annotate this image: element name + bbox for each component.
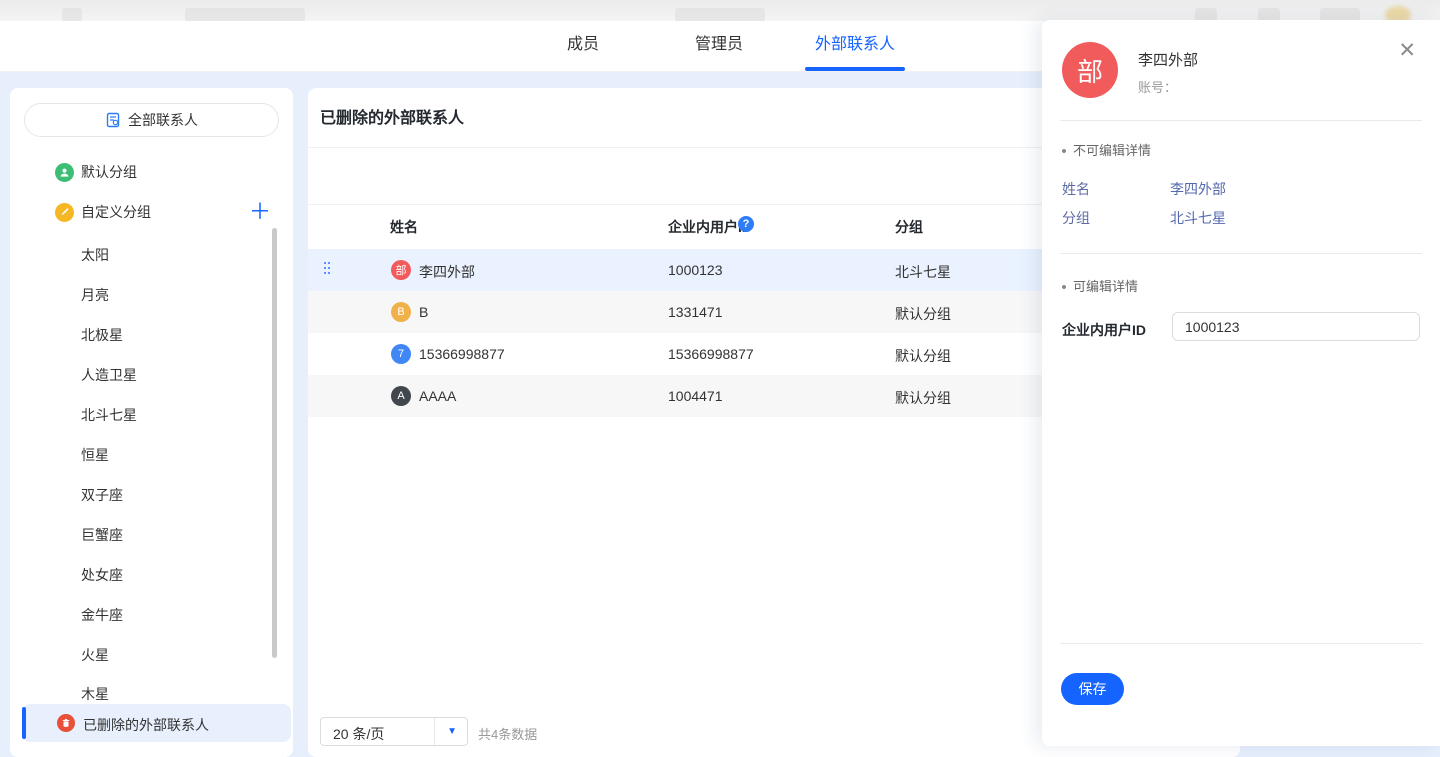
contact-avatar: 部 bbox=[1062, 42, 1118, 98]
sidebar-item-group[interactable]: 处女座 bbox=[81, 565, 261, 585]
divider bbox=[434, 718, 435, 745]
field-label-group: 分组 bbox=[1062, 208, 1090, 228]
cell-userid: 1004471 bbox=[668, 388, 723, 404]
sidebar-item-label: 已删除的外部联系人 bbox=[83, 715, 209, 735]
add-group-button[interactable]: ＋ bbox=[249, 198, 271, 226]
cell-name: 15366998877 bbox=[419, 346, 505, 362]
cell-group: 默认分组 bbox=[895, 304, 951, 324]
obscured-title bbox=[675, 8, 765, 21]
page-size-value: 20 条/页 bbox=[333, 724, 384, 744]
avatar: 部 bbox=[391, 260, 411, 280]
close-icon[interactable]: ✕ bbox=[1398, 40, 1416, 61]
sidebar: 全部联系人 默认分组 自定义分组 ＋ 太阳 月亮 北极星 bbox=[10, 88, 293, 757]
sidebar-item-deleted-contacts[interactable]: 已删除的外部联系人 bbox=[22, 704, 291, 742]
all-contacts-label: 全部联系人 bbox=[128, 110, 198, 130]
column-header-group: 分组 bbox=[895, 217, 923, 237]
obscured-text bbox=[185, 8, 305, 21]
divider bbox=[1060, 643, 1422, 644]
sidebar-item-group[interactable]: 太阳 bbox=[81, 245, 261, 265]
cell-group: 默认分组 bbox=[895, 346, 951, 366]
cell-userid: 1000123 bbox=[668, 262, 723, 278]
obscured-avatar bbox=[1385, 6, 1411, 21]
sidebar-item-group[interactable]: 北斗七星 bbox=[81, 405, 261, 425]
sidebar-item-label: 自定义分组 bbox=[81, 202, 151, 222]
drag-handle-icon[interactable] bbox=[324, 262, 332, 277]
cell-userid: 1331471 bbox=[668, 304, 723, 320]
cell-name: B bbox=[419, 304, 428, 320]
total-count-label: 共4条数据 bbox=[478, 724, 537, 743]
question-icon[interactable]: ? bbox=[738, 216, 754, 232]
sidebar-item-group[interactable]: 北极星 bbox=[81, 325, 261, 345]
sidebar-item-group[interactable]: 巨蟹座 bbox=[81, 525, 261, 545]
avatar: 7 bbox=[391, 344, 411, 364]
sidebar-item-group[interactable]: 火星 bbox=[81, 645, 261, 665]
avatar: A bbox=[391, 386, 411, 406]
avatar: B bbox=[391, 302, 411, 322]
editable-section-title: 可编辑详情 bbox=[1062, 276, 1138, 295]
sidebar-item-group[interactable]: 双子座 bbox=[81, 485, 261, 505]
field-label-name: 姓名 bbox=[1062, 179, 1090, 199]
all-contacts-button[interactable]: 全部联系人 bbox=[24, 103, 279, 137]
cell-userid: 15366998877 bbox=[668, 346, 754, 362]
obscured-background-header bbox=[0, 0, 1440, 21]
selected-indicator bbox=[22, 707, 26, 739]
sidebar-item-default-group[interactable]: 默认分组 bbox=[10, 157, 293, 187]
page-background: 全部联系人 默认分组 自定义分组 ＋ 太阳 月亮 北极星 bbox=[0, 72, 1440, 757]
cell-name: AAAA bbox=[419, 388, 456, 404]
caret-down-icon: ▼ bbox=[447, 726, 457, 737]
person-icon bbox=[55, 163, 74, 182]
sidebar-item-group[interactable]: 人造卫星 bbox=[81, 365, 261, 385]
cell-name: 李四外部 bbox=[419, 262, 475, 282]
pencil-icon bbox=[55, 203, 74, 222]
save-button[interactable]: 保存 bbox=[1061, 673, 1124, 705]
sidebar-item-group[interactable]: 恒星 bbox=[81, 445, 261, 465]
sidebar-item-custom-group[interactable]: 自定义分组 ＋ bbox=[10, 197, 293, 227]
sidebar-item-group[interactable]: 月亮 bbox=[81, 285, 261, 305]
field-value-group: 北斗七星 bbox=[1170, 208, 1226, 228]
tab-members[interactable]: 成员 bbox=[567, 21, 599, 72]
column-header-name: 姓名 bbox=[390, 217, 418, 237]
sidebar-scrollbar[interactable] bbox=[272, 228, 277, 658]
cell-group: 北斗七星 bbox=[895, 262, 951, 282]
page-size-select[interactable]: 20 条/页 ▼ bbox=[320, 717, 468, 746]
obscured-icon bbox=[62, 8, 82, 21]
divider bbox=[1060, 120, 1422, 121]
contacts-book-icon bbox=[105, 112, 121, 128]
field-value-name: 李四外部 bbox=[1170, 179, 1226, 199]
sidebar-item-group[interactable]: 木星 bbox=[81, 684, 261, 704]
sidebar-item-group[interactable]: 金牛座 bbox=[81, 605, 261, 625]
userid-input[interactable] bbox=[1172, 312, 1420, 341]
tab-admins[interactable]: 管理员 bbox=[695, 21, 743, 72]
trash-icon bbox=[57, 714, 75, 732]
divider bbox=[1060, 253, 1422, 254]
contact-detail-panel: 部 李四外部 账号： ✕ 不可编辑详情 姓名 李四外部 分组 北斗七星 可编辑详… bbox=[1042, 20, 1440, 746]
sidebar-item-label: 默认分组 bbox=[81, 162, 137, 182]
userid-field-label: 企业内用户ID bbox=[1062, 320, 1146, 340]
page-title: 已删除的外部联系人 bbox=[320, 104, 464, 128]
account-label: 账号： bbox=[1138, 77, 1177, 96]
cell-group: 默认分组 bbox=[895, 388, 951, 408]
tab-external-contacts[interactable]: 外部联系人 bbox=[815, 21, 895, 72]
contact-name: 李四外部 bbox=[1138, 49, 1198, 70]
readonly-section-title: 不可编辑详情 bbox=[1062, 140, 1151, 159]
